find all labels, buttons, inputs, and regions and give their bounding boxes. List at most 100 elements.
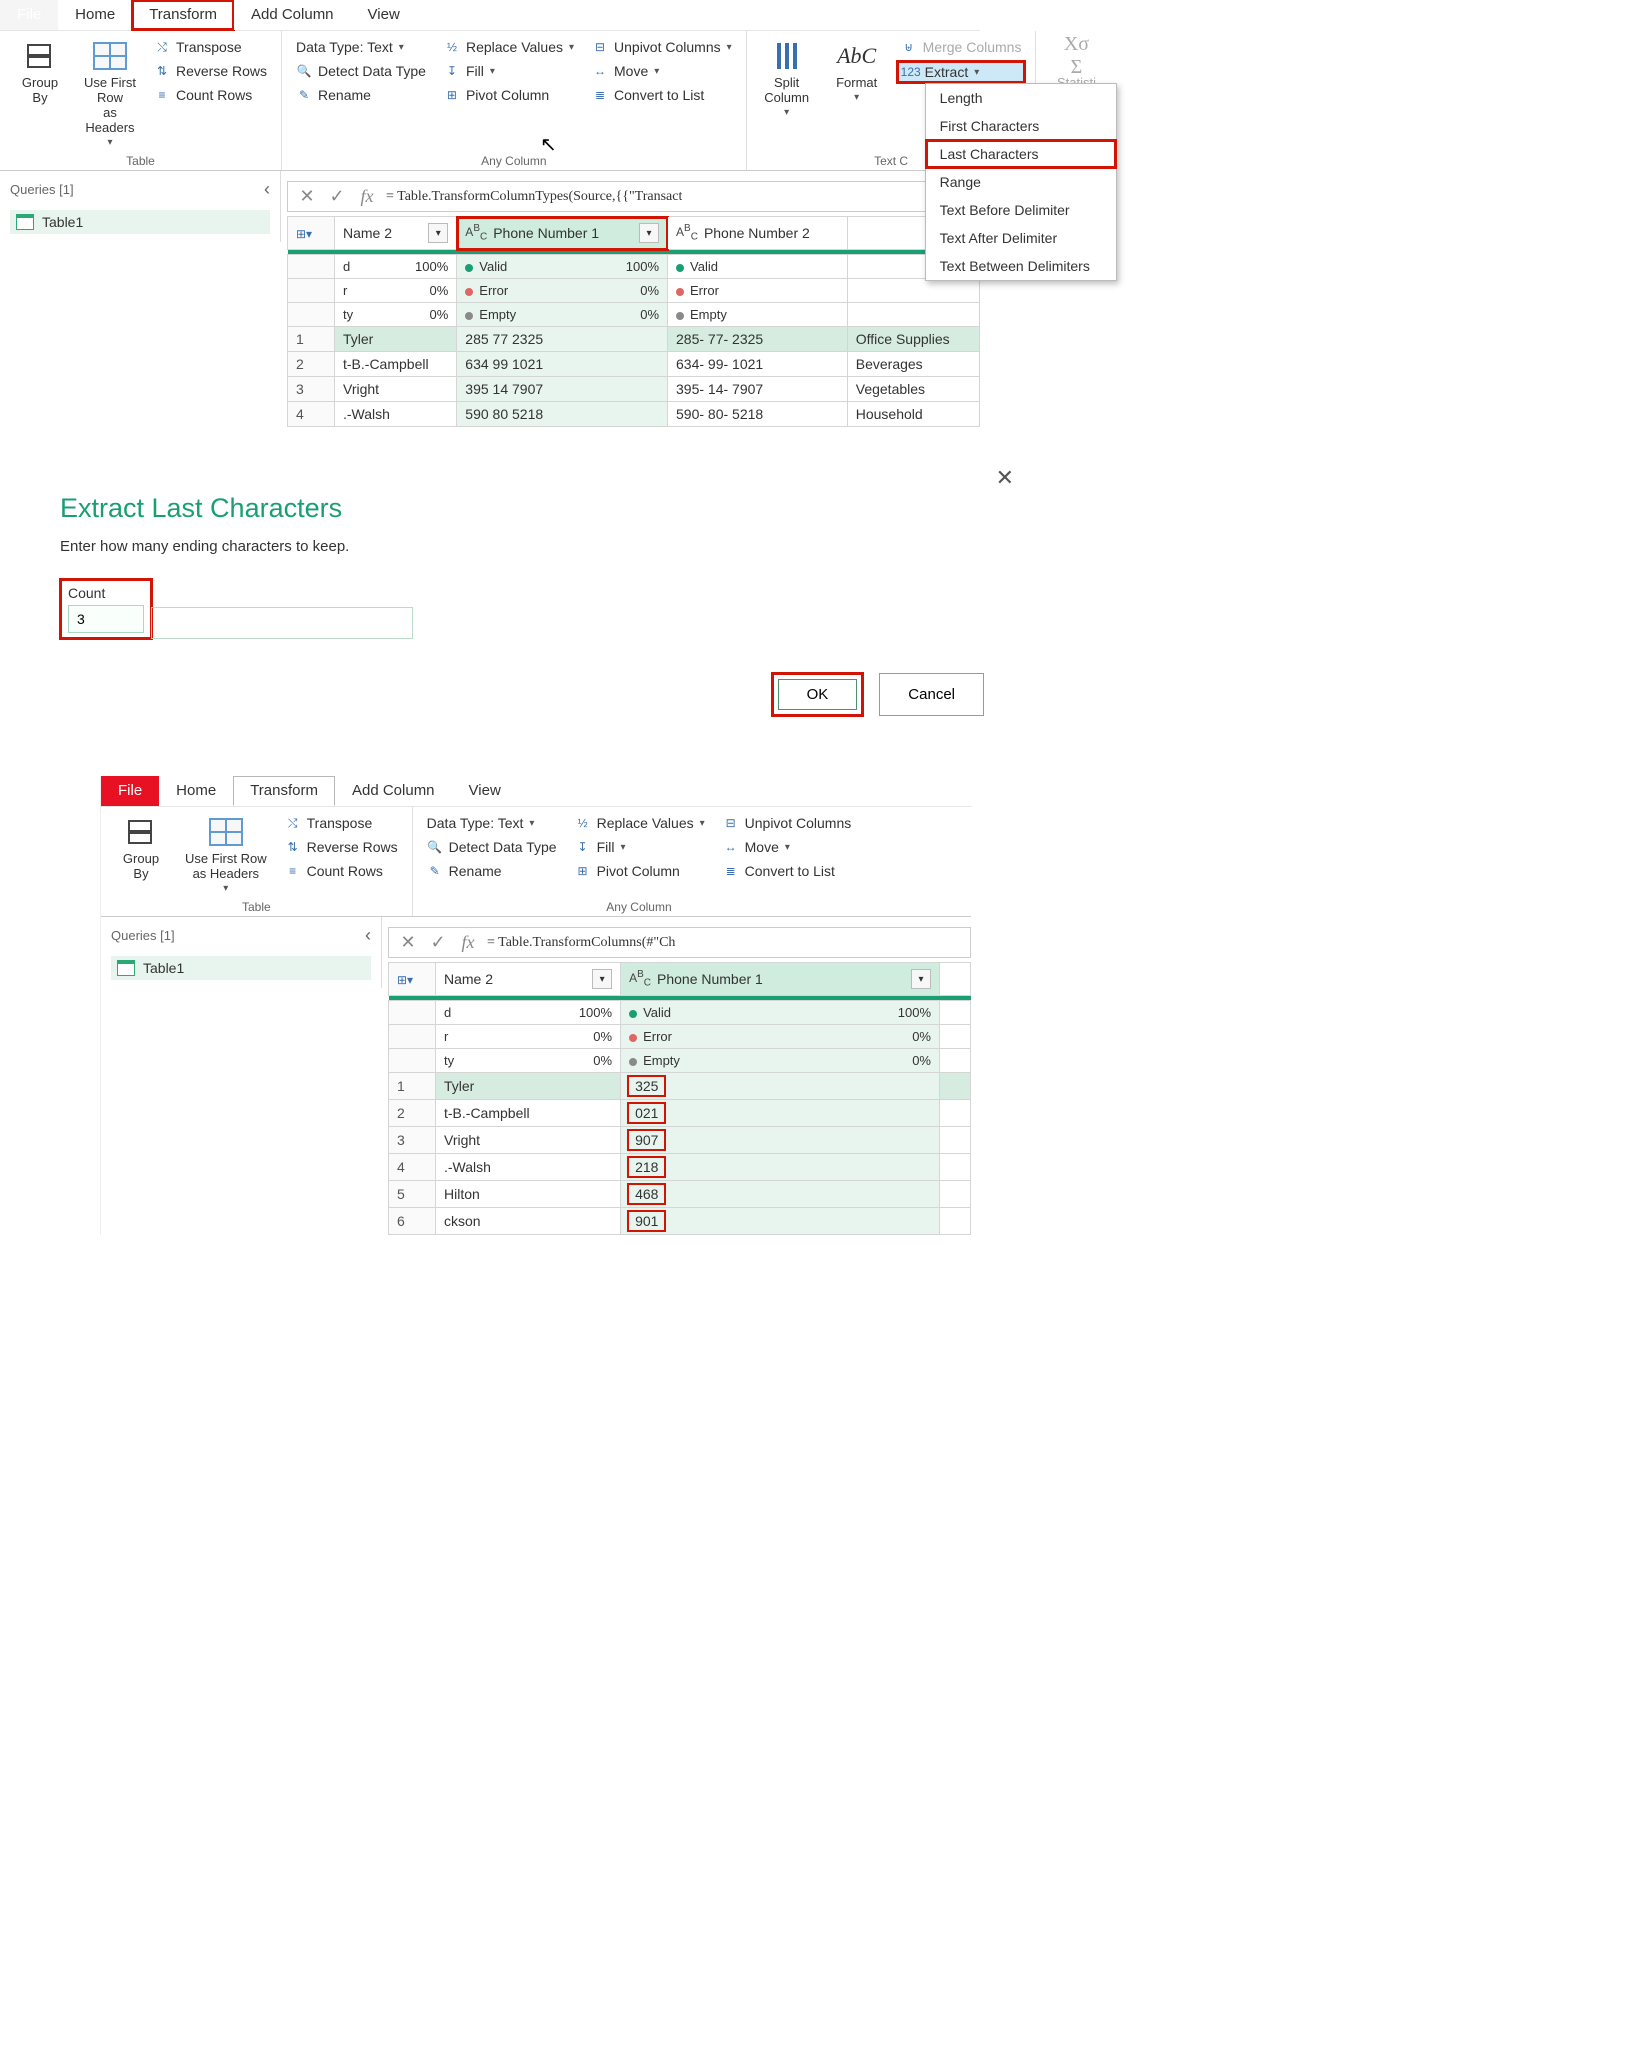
collapse-icon[interactable]: ‹	[365, 925, 371, 946]
tab-addcolumn[interactable]: Add Column	[335, 776, 452, 806]
cell-name[interactable]: Hilton	[436, 1181, 621, 1208]
cancel-button[interactable]: Cancel	[879, 673, 984, 716]
fill-button[interactable]: ↧Fill	[571, 837, 709, 857]
unpivot-button[interactable]: ⊟Unpivot Columns	[588, 37, 736, 57]
data-type-button[interactable]: Data Type: Text	[423, 813, 561, 833]
tab-transform[interactable]: Transform	[132, 0, 234, 30]
cell-phone1[interactable]: 590 80 5218	[457, 402, 668, 427]
cell-phone1[interactable]: 218	[621, 1154, 940, 1181]
cell-name[interactable]: Vright	[436, 1127, 621, 1154]
accept-formula-icon[interactable]: ✓	[427, 932, 449, 953]
tab-home[interactable]: Home	[58, 0, 132, 30]
table-row[interactable]: 1Tyler285 77 2325285- 77- 2325Office Sup…	[288, 327, 980, 352]
tab-view[interactable]: View	[351, 0, 417, 30]
ok-button[interactable]: OK	[778, 679, 858, 710]
fill-button[interactable]: ↧Fill	[440, 61, 578, 81]
split-column-button[interactable]: Split Column	[757, 37, 817, 120]
pivot-button[interactable]: ⊞Pivot Column	[440, 85, 578, 105]
tab-view[interactable]: View	[452, 776, 518, 806]
col-phone1[interactable]: ABCPhone Number 1▾	[621, 963, 940, 996]
cell-name[interactable]: ckson	[436, 1208, 621, 1235]
transpose-button[interactable]: ⤭Transpose	[281, 813, 402, 833]
col-name2[interactable]: Name 2▾	[335, 217, 457, 250]
table-row[interactable]: 1Tyler325	[389, 1073, 971, 1100]
move-button[interactable]: ↔Move	[719, 837, 856, 857]
pivot-button[interactable]: ⊞Pivot Column	[571, 861, 709, 881]
extract-between[interactable]: Text Between Delimiters	[926, 252, 1116, 280]
table-row[interactable]: 2t-B.-Campbell634 99 1021634- 99- 1021Be…	[288, 352, 980, 377]
cell-phone1[interactable]: 325	[621, 1073, 940, 1100]
row-header-corner[interactable]: ⊞▾	[288, 217, 335, 250]
chevron-down-icon[interactable]: ▾	[592, 969, 612, 989]
cell-phone2[interactable]: 285- 77- 2325	[668, 327, 848, 352]
cell-phone1[interactable]: 901	[621, 1208, 940, 1235]
convert-list-button[interactable]: ≣Convert to List	[719, 861, 856, 881]
col-phone2[interactable]: ABCPhone Number 2	[668, 217, 848, 250]
extract-before[interactable]: Text Before Delimiter	[926, 196, 1116, 224]
query-table1[interactable]: Table1	[111, 956, 371, 980]
replace-values-button[interactable]: ½Replace Values	[571, 813, 709, 833]
cell-phone1[interactable]: 468	[621, 1181, 940, 1208]
cell-phone1[interactable]: 395 14 7907	[457, 377, 668, 402]
formula-bar[interactable]: ✕ ✓ fx = Table.TransformColumns(#"Ch	[388, 927, 971, 958]
cell-name[interactable]: Tyler	[335, 327, 457, 352]
cell-phone1[interactable]: 021	[621, 1100, 940, 1127]
data-type-button[interactable]: Data Type: Text	[292, 37, 430, 57]
extract-first[interactable]: First Characters	[926, 112, 1116, 140]
formula-bar[interactable]: ✕ ✓ fx = Table.TransformColumnTypes(Sour…	[287, 181, 980, 212]
transpose-button[interactable]: ⤭Transpose	[150, 37, 271, 57]
extract-range[interactable]: Range	[926, 168, 1116, 196]
cell-phone2[interactable]: 395- 14- 7907	[668, 377, 848, 402]
row-header-corner[interactable]: ⊞▾	[389, 963, 436, 996]
convert-list-button[interactable]: ≣Convert to List	[588, 85, 736, 105]
chevron-down-icon[interactable]: ▾	[911, 969, 931, 989]
tab-file[interactable]: File	[0, 0, 58, 30]
cell-category[interactable]: Household	[847, 402, 979, 427]
cancel-formula-icon[interactable]: ✕	[397, 932, 419, 953]
cell-name[interactable]: Tyler	[436, 1073, 621, 1100]
table-row[interactable]: 4.-Walsh218	[389, 1154, 971, 1181]
count-input[interactable]	[68, 605, 144, 633]
cell-category[interactable]: Beverages	[847, 352, 979, 377]
cell-name[interactable]: .-Walsh	[335, 402, 457, 427]
merge-columns-button[interactable]: ⊎Merge Columns	[897, 37, 1026, 57]
cell-phone1[interactable]: 907	[621, 1127, 940, 1154]
format-button[interactable]: AbC Format	[827, 37, 887, 105]
count-rows-button[interactable]: ≡Count Rows	[281, 861, 402, 881]
tab-transform[interactable]: Transform	[233, 776, 335, 806]
extract-button[interactable]: 123Extract	[897, 61, 1026, 83]
col-phone1[interactable]: ABCPhone Number 1▾	[457, 217, 668, 250]
table-row[interactable]: 6ckson901	[389, 1208, 971, 1235]
move-button[interactable]: ↔Move	[588, 61, 736, 81]
group-by-button[interactable]: Group By	[10, 37, 70, 107]
cell-phone1[interactable]: 285 77 2325	[457, 327, 668, 352]
extract-length[interactable]: Length	[926, 84, 1116, 112]
reverse-rows-button[interactable]: ⇅Reverse Rows	[150, 61, 271, 81]
table-row[interactable]: 3Vright907	[389, 1127, 971, 1154]
table-row[interactable]: 2t-B.-Campbell021	[389, 1100, 971, 1127]
use-first-row-button[interactable]: Use First Row as Headers	[80, 37, 140, 150]
tab-addcolumn[interactable]: Add Column	[234, 0, 351, 30]
fx-icon[interactable]: fx	[356, 186, 378, 207]
tab-file[interactable]: File	[101, 776, 159, 806]
table-row[interactable]: 4.-Walsh590 80 5218590- 80- 5218Househol…	[288, 402, 980, 427]
count-rows-button[interactable]: ≡Count Rows	[150, 85, 271, 105]
table-row[interactable]: 5Hilton468	[389, 1181, 971, 1208]
detect-type-button[interactable]: 🔍Detect Data Type	[423, 837, 561, 857]
tab-home[interactable]: Home	[159, 776, 233, 806]
cell-phone2[interactable]: 634- 99- 1021	[668, 352, 848, 377]
table-row[interactable]: 3Vright395 14 7907395- 14- 7907Vegetable…	[288, 377, 980, 402]
chevron-down-icon[interactable]: ▾	[428, 223, 448, 243]
cell-category[interactable]: Office Supplies	[847, 327, 979, 352]
query-table1[interactable]: Table1	[10, 210, 270, 234]
use-first-row-button[interactable]: Use First Row as Headers	[181, 813, 271, 896]
group-by-button[interactable]: Group By	[111, 813, 171, 883]
cell-name[interactable]: t-B.-Campbell	[335, 352, 457, 377]
rename-button[interactable]: ✎Rename	[292, 85, 430, 105]
collapse-icon[interactable]: ‹	[264, 179, 270, 200]
cancel-formula-icon[interactable]: ✕	[296, 186, 318, 207]
unpivot-button[interactable]: ⊟Unpivot Columns	[719, 813, 856, 833]
cell-name[interactable]: Vright	[335, 377, 457, 402]
detect-type-button[interactable]: 🔍Detect Data Type	[292, 61, 430, 81]
cell-name[interactable]: t-B.-Campbell	[436, 1100, 621, 1127]
